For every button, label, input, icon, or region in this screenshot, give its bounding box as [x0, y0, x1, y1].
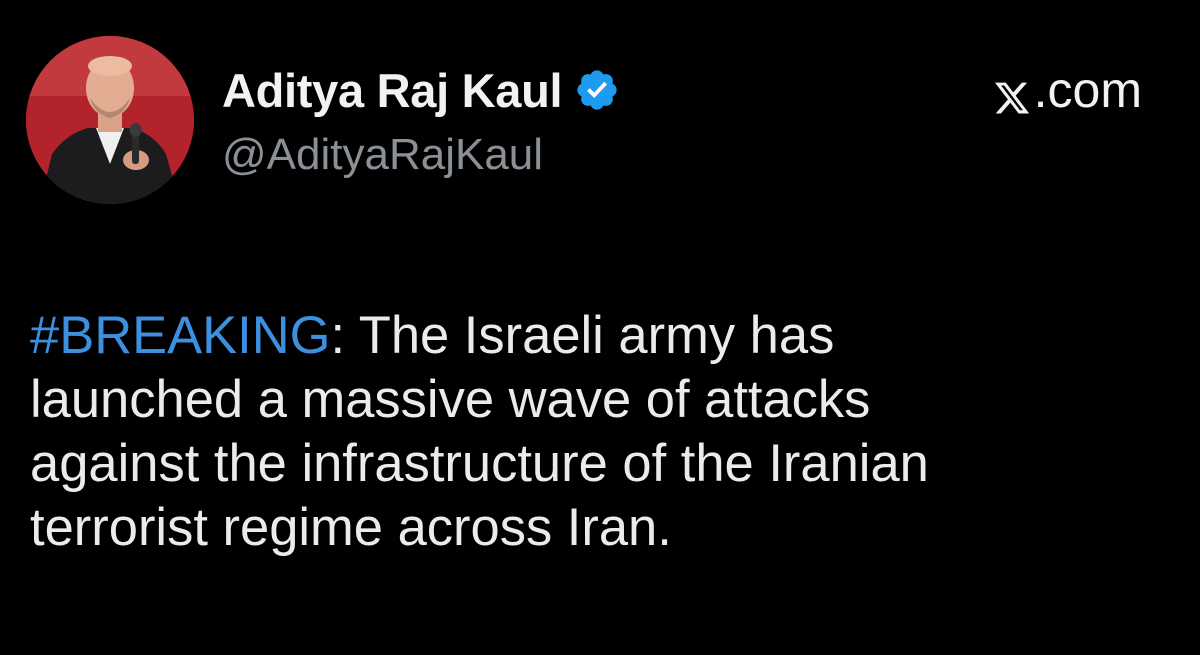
- avatar[interactable]: [26, 36, 194, 204]
- verified-badge-icon: [574, 67, 620, 113]
- author-name-row: Aditya Raj Kaul: [222, 62, 620, 118]
- platform-mark: .com: [993, 62, 1142, 118]
- tweet-line-2: launched a massive wave of attacks: [30, 370, 871, 429]
- tweet-body: #BREAKING: The Israeli army has launched…: [30, 304, 1160, 560]
- tweet-line-1-text: : The Israeli army has: [330, 306, 835, 365]
- tweet-line-1: #BREAKING: The Israeli army has: [30, 304, 1160, 368]
- tweet-line-4: terrorist regime across Iran.: [30, 498, 672, 557]
- x-logo-icon: [993, 71, 1031, 114]
- hashtag-link[interactable]: #BREAKING: [30, 306, 331, 365]
- tweet-line-3: against the infrastructure of the Irania…: [30, 434, 929, 493]
- author-handle[interactable]: @AdityaRajKaul: [222, 130, 543, 180]
- platform-label: .com: [1033, 62, 1142, 118]
- tweet-card: Aditya Raj Kaul @AdityaRajKaul .com #BRE…: [0, 0, 1200, 655]
- avatar-photo: [26, 36, 194, 204]
- author-display-name[interactable]: Aditya Raj Kaul: [222, 63, 563, 118]
